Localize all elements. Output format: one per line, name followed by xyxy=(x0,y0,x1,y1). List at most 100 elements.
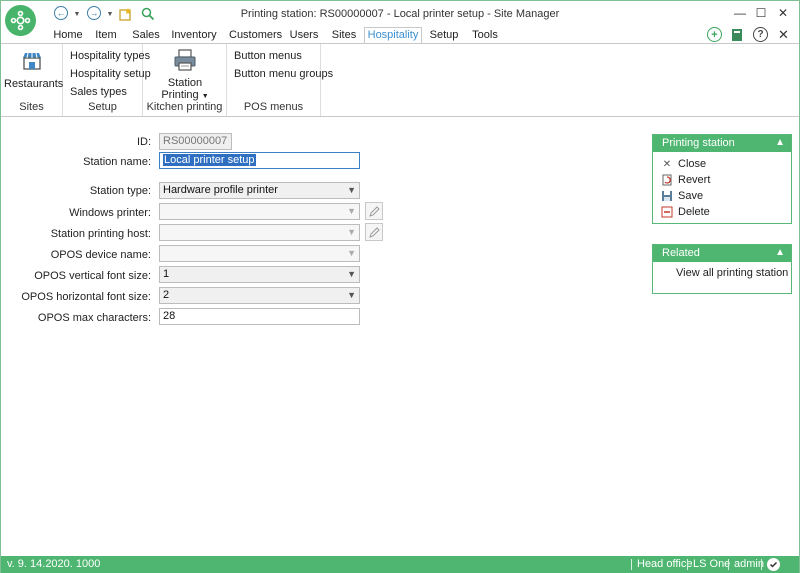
tab-inventory[interactable]: Inventory xyxy=(171,28,217,43)
ribbon-group-label-sites: Sites xyxy=(19,101,44,113)
user-text: admin xyxy=(734,558,764,570)
station-type-select[interactable]: Hardware profile printer ▼ xyxy=(159,182,360,199)
ribbon-group-kitchen: Station Printing ▼ Kitchen printing xyxy=(143,44,227,116)
favorites-icon[interactable] xyxy=(119,6,133,22)
restaurant-icon xyxy=(4,50,60,75)
ribbon-group-pos: Button menus Button menu groups POS menu… xyxy=(227,44,333,116)
station-printing-host-label: Station printing host: xyxy=(50,228,151,240)
station-name-field[interactable]: Local printer setup xyxy=(159,152,360,169)
book-icon[interactable] xyxy=(730,27,745,42)
tab-hospitality[interactable]: Hospitality xyxy=(364,27,422,44)
status-divider xyxy=(728,559,729,570)
save-action[interactable]: Save xyxy=(653,188,791,204)
opos-horizontal-font-size-select[interactable]: 2 ▼ xyxy=(159,287,360,304)
windows-printer-label: Windows printer: xyxy=(69,207,151,219)
close-action[interactable]: ✕ Close xyxy=(653,156,791,172)
maximize-button[interactable]: ☐ xyxy=(751,4,771,22)
hospitality-setup-button[interactable]: Hospitality setup xyxy=(70,68,151,80)
app-window: Printing station: RS00000007 - Local pri… xyxy=(0,0,800,573)
close-window-button[interactable]: ✕ xyxy=(773,4,793,22)
related-panel-title: Related xyxy=(662,247,700,259)
printing-station-panel-header[interactable]: Printing station ▲ xyxy=(653,135,791,152)
chevron-up-icon[interactable]: ▲ xyxy=(775,245,785,261)
edit-windows-printer-button[interactable] xyxy=(365,202,383,220)
station-printing-host-select[interactable]: ▼ xyxy=(159,224,360,241)
opos-vertical-font-size-select[interactable]: 1 ▼ xyxy=(159,266,360,283)
opos-horizontal-font-size-label: OPOS horizontal font size: xyxy=(21,291,151,303)
status-divider xyxy=(687,559,688,570)
pencil-icon xyxy=(368,205,380,217)
help-icon[interactable]: ? xyxy=(753,27,768,42)
minimize-button[interactable]: — xyxy=(730,4,750,22)
back-icon[interactable]: ← xyxy=(54,6,68,20)
title-bar: Printing station: RS00000007 - Local pri… xyxy=(1,1,799,27)
tab-sites[interactable]: Sites xyxy=(331,28,357,43)
close-tab-icon[interactable]: ✕ xyxy=(776,27,791,42)
opos-device-name-select[interactable]: ▼ xyxy=(159,245,360,262)
chevron-down-icon: ▼ xyxy=(347,185,356,195)
version-text: v. 9. 14.2020. 1000 xyxy=(7,558,101,570)
ribbon-group-label-setup: Setup xyxy=(88,101,117,113)
view-all-printing-station-link[interactable]: View all printing station xyxy=(653,262,791,279)
station-printing-label-1: Station xyxy=(167,77,203,89)
chevron-down-icon: ▼ xyxy=(347,227,356,237)
restaurants-label: Restaurants xyxy=(4,78,64,90)
back-dropdown-icon[interactable]: ▼ xyxy=(73,6,81,22)
sales-types-button[interactable]: Sales types xyxy=(70,86,127,98)
printing-station-panel: Printing station ▲ ✕ Close Revert Save D… xyxy=(652,134,792,224)
ribbon: Restaurants Sites Hospitality types Hosp… xyxy=(1,43,799,117)
tab-bar-icons: + ? ✕ xyxy=(707,27,791,42)
station-type-label: Station type: xyxy=(89,185,151,197)
station-name-label: Station name: xyxy=(83,156,151,168)
dropdown-caret-icon: ▼ xyxy=(201,93,209,100)
ribbon-group-sites: Restaurants Sites xyxy=(1,44,63,116)
tab-setup[interactable]: Setup xyxy=(429,28,459,43)
add-icon[interactable]: + xyxy=(707,27,722,42)
windows-printer-select[interactable]: ▼ xyxy=(159,203,360,220)
opos-horizontal-font-size-value: 2 xyxy=(163,289,170,301)
tab-item[interactable]: Item xyxy=(93,28,119,43)
search-icon[interactable] xyxy=(141,6,155,22)
forward-dropdown-icon[interactable]: ▼ xyxy=(106,6,114,22)
product-text: LS One xyxy=(693,558,731,570)
status-divider xyxy=(761,559,762,570)
ribbon-group-label-pos: POS menus xyxy=(243,101,304,113)
save-icon xyxy=(661,190,673,202)
related-panel-header[interactable]: Related ▲ xyxy=(653,245,791,262)
status-bar: v. 9. 14.2020. 1000 Head office LS One a… xyxy=(1,556,799,573)
opos-max-characters-field[interactable]: 28 xyxy=(159,308,360,325)
tab-customers[interactable]: Customers xyxy=(229,28,282,43)
opos-vertical-font-size-value: 1 xyxy=(163,268,170,280)
chevron-up-icon[interactable]: ▲ xyxy=(775,135,785,151)
tab-users[interactable]: Users xyxy=(289,28,319,43)
chevron-down-icon: ▼ xyxy=(347,248,356,258)
id-label: ID: xyxy=(136,136,151,148)
revert-icon xyxy=(661,174,673,186)
opos-max-characters-label: OPOS max characters: xyxy=(37,312,151,324)
tab-tools[interactable]: Tools xyxy=(471,28,499,43)
edit-printing-host-button[interactable] xyxy=(365,223,383,241)
station-printing-label-2: Printing ▼ xyxy=(161,89,209,101)
ribbon-group-label-kitchen: Kitchen printing xyxy=(146,101,223,113)
button-menus-button[interactable]: Button menus xyxy=(234,50,302,62)
hospitality-types-button[interactable]: Hospitality types xyxy=(70,50,150,62)
forward-icon[interactable]: → xyxy=(87,6,101,20)
opos-vertical-font-size-label: OPOS vertical font size: xyxy=(34,270,151,282)
tab-home[interactable]: Home xyxy=(53,28,83,43)
opos-device-name-label: OPOS device name: xyxy=(50,249,151,261)
delete-action[interactable]: Delete xyxy=(653,204,791,220)
save-action-label: Save xyxy=(678,190,704,202)
station-type-value: Hardware profile printer xyxy=(163,184,278,196)
chevron-down-icon: ▼ xyxy=(347,206,356,216)
menu-tabs: Home Item Sales Inventory Customers User… xyxy=(1,27,799,44)
close-action-label: Close xyxy=(678,158,707,170)
connection-status-icon xyxy=(767,558,780,571)
station-printing-button[interactable]: Station Printing ▼ xyxy=(155,49,215,101)
printer-icon xyxy=(155,49,215,74)
restaurants-button[interactable]: Restaurants xyxy=(4,50,64,90)
button-menu-groups-button[interactable]: Button menu groups xyxy=(234,68,333,80)
related-panel: Related ▲ View all printing station xyxy=(652,244,792,294)
id-field: RS00000007 xyxy=(159,133,232,150)
tab-sales[interactable]: Sales xyxy=(131,28,161,43)
revert-action[interactable]: Revert xyxy=(653,172,791,188)
